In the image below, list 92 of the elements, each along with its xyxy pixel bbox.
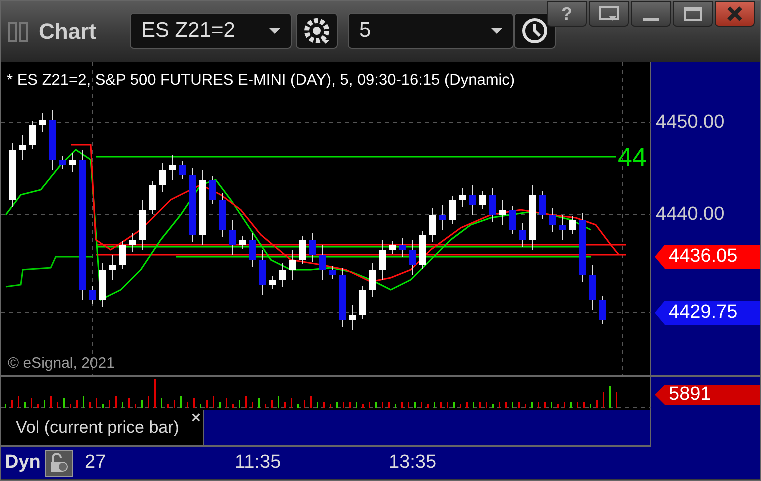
candlestick xyxy=(39,112,46,132)
price-tag: 4436.05 xyxy=(655,245,760,269)
close-icon xyxy=(725,6,745,22)
minimize-icon xyxy=(643,18,659,21)
candlestick xyxy=(219,192,226,238)
help-button[interactable]: ? xyxy=(547,1,587,27)
interval-dropdown[interactable]: 5 xyxy=(348,13,514,49)
chart-title: * ES Z21=2, S&P 500 FUTURES E-MINI (DAY), 5, 09:30-16:15 (Dynamic) xyxy=(7,72,516,90)
candlestick xyxy=(519,222,526,248)
candlestick xyxy=(359,286,366,320)
candlestick xyxy=(459,188,466,208)
candlestick xyxy=(169,154,176,180)
candlestick xyxy=(49,110,56,170)
window-title: Chart xyxy=(39,18,96,46)
symbol-dropdown[interactable]: ES Z21=2 xyxy=(130,13,292,49)
candlestick xyxy=(309,232,316,262)
maximize-button[interactable] xyxy=(673,1,713,27)
lock-icon xyxy=(50,453,68,473)
candlestick xyxy=(29,120,36,150)
candlestick xyxy=(409,240,416,276)
candlestick xyxy=(469,184,476,216)
close-button[interactable] xyxy=(715,1,755,27)
candlestick xyxy=(529,184,536,250)
time-button[interactable] xyxy=(514,13,556,49)
level-label: 44 xyxy=(618,142,648,173)
copyright-text: © eSignal, 2021 xyxy=(8,355,115,372)
caret-icon xyxy=(269,28,282,34)
scale-mode-label: Dyn xyxy=(5,452,41,474)
candlestick xyxy=(499,200,506,226)
candlestick xyxy=(539,190,546,220)
candlestick xyxy=(319,244,326,280)
candlestick xyxy=(109,254,116,280)
close-button[interactable]: × xyxy=(189,412,203,426)
candlestick xyxy=(89,286,96,304)
candlestick xyxy=(139,200,146,250)
candlestick xyxy=(69,152,76,172)
candlestick xyxy=(339,268,346,328)
candlestick xyxy=(179,160,186,180)
candlestick xyxy=(209,176,216,204)
candlestick xyxy=(59,156,66,170)
candlestick xyxy=(559,214,566,240)
candlestick xyxy=(269,276,276,290)
candlestick xyxy=(149,180,156,214)
candlestick xyxy=(9,142,16,208)
gear-icon xyxy=(302,16,332,46)
candlestick xyxy=(349,304,356,330)
maximize-icon xyxy=(683,6,703,22)
clock-icon xyxy=(520,16,550,46)
candlestick xyxy=(129,232,136,252)
price-tag: 4429.75 xyxy=(655,301,760,325)
candlestick xyxy=(19,134,26,160)
candlestick xyxy=(259,250,266,296)
candlestick xyxy=(119,240,126,270)
candlestick xyxy=(229,220,236,256)
candlestick xyxy=(429,208,436,242)
candlestick xyxy=(299,236,306,264)
time-label: 27 xyxy=(85,452,106,474)
time-label: 13:35 xyxy=(389,452,437,474)
candlestick xyxy=(579,212,586,282)
settings-button[interactable] xyxy=(296,13,338,49)
candlestick xyxy=(449,196,456,224)
candlestick xyxy=(289,250,296,280)
candlestick xyxy=(569,216,576,234)
candlestick xyxy=(379,240,386,280)
candlestick xyxy=(159,162,166,192)
candlestick xyxy=(249,232,256,268)
volume-tag: 5891 xyxy=(655,385,760,405)
candlestick xyxy=(279,262,286,288)
candlestick xyxy=(479,190,486,210)
candlestick xyxy=(239,236,246,250)
caret-icon xyxy=(491,28,504,34)
candlestick xyxy=(439,204,446,230)
candlestick xyxy=(489,188,496,222)
study-label: Vol (current price bar) xyxy=(16,418,180,438)
lock-button[interactable] xyxy=(44,450,73,476)
minimize-button[interactable] xyxy=(631,1,671,27)
candlestick xyxy=(589,264,596,310)
candlestick xyxy=(389,240,396,254)
candlestick xyxy=(549,208,556,232)
window-menu-button[interactable] xyxy=(589,1,629,27)
candlestick xyxy=(509,206,516,234)
grip-icon xyxy=(7,21,29,43)
price-label: 4440.00 xyxy=(656,205,725,225)
candlestick xyxy=(369,262,376,298)
time-label: 11:35 xyxy=(235,452,282,474)
candlestick xyxy=(399,238,406,258)
window-menu-icon xyxy=(599,6,619,22)
price-label: 4450.00 xyxy=(656,113,725,133)
candlestick xyxy=(329,266,336,280)
candlestick xyxy=(99,262,106,308)
candlestick xyxy=(599,296,606,324)
candlestick xyxy=(419,230,426,270)
